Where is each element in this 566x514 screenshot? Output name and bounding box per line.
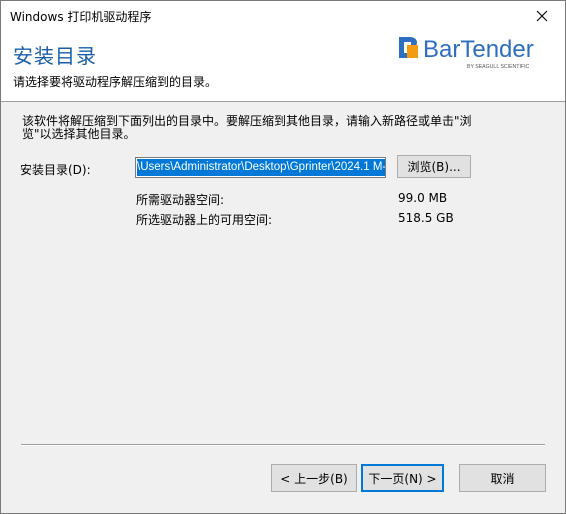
browse-button[interactable]: 浏览(B)... (397, 155, 471, 178)
page-subtitle: 请选择要将驱动程序解压缩到的目录。 (13, 75, 218, 89)
installer-window: Windows 打印机驱动程序 安装目录 请选择要将驱动程序解压缩到的目录。 B… (0, 0, 566, 514)
install-dir-input[interactable]: \Users\Administrator\Desktop\Gprinter\20… (135, 157, 386, 178)
bartender-logo: BarTender BY SEAGULL SCIENTIFIC (399, 36, 534, 70)
footer-divider (21, 444, 545, 446)
page-title: 安装目录 (13, 44, 97, 68)
logo-tagline: BY SEAGULL SCIENTIFIC (467, 64, 530, 70)
next-button[interactable]: 下一页(N) > (361, 464, 444, 492)
close-button[interactable] (519, 1, 565, 31)
bartender-logo-icon (399, 37, 418, 58)
install-dir-value: \Users\Administrator\Desktop\Gprinter\20… (137, 159, 385, 176)
required-space-label: 所需驱动器空间: (136, 193, 225, 207)
install-dir-label: 安装目录(D): (20, 163, 91, 177)
cancel-button[interactable]: 取消 (459, 464, 546, 492)
required-space-value: 99.0 MB (398, 191, 448, 205)
wizard-header: 安装目录 请选择要将驱动程序解压缩到的目录。 BarTender BY SEAG… (1, 31, 565, 102)
close-icon (536, 10, 548, 22)
description-text: 该软件将解压缩到下面列出的目录中。要解压缩到其他目录，请输入新路径或单击"浏览"… (22, 114, 472, 141)
available-space-label: 所选驱动器上的可用空间: (136, 213, 273, 227)
logo-wordmark: BarTender (423, 36, 534, 63)
window-title: Windows 打印机驱动程序 (10, 10, 152, 24)
available-space-value: 518.5 GB (398, 211, 454, 225)
back-button[interactable]: < 上一步(B) (271, 464, 357, 492)
title-bar: Windows 打印机驱动程序 (1, 1, 565, 31)
